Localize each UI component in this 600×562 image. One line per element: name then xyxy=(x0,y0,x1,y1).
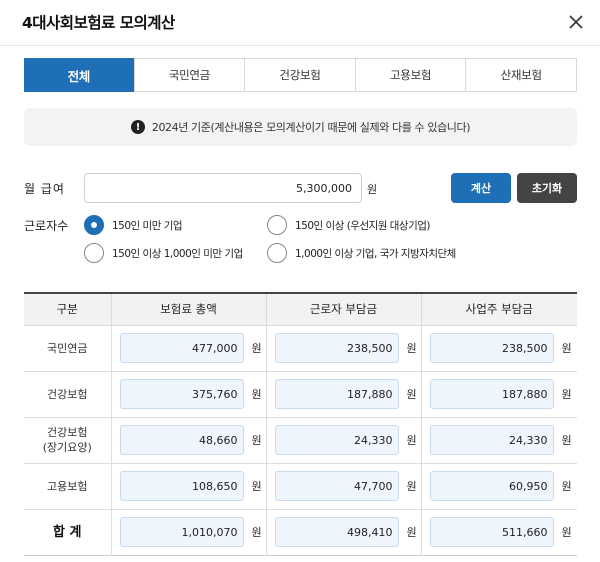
unit-label: 원 xyxy=(561,526,572,539)
unit-label: 원 xyxy=(251,434,262,447)
total-row-label: 합 계 xyxy=(53,524,82,540)
radio-over-1000[interactable]: 1,000인 이상 기업, 국가 지방자치단체 xyxy=(267,243,456,263)
employer-value: 24,330 xyxy=(429,425,554,455)
salary-input[interactable] xyxy=(84,173,362,203)
employee-value: 47,700 xyxy=(274,471,399,501)
radio-unchecked-icon[interactable] xyxy=(84,243,104,263)
workers-label: 근로자수 xyxy=(24,219,69,233)
table-row: 건강보험 375,760 원 187,880 원 187,880 원 xyxy=(24,371,577,418)
employee-value: 238,500 xyxy=(274,333,399,363)
total-value: 477,000 xyxy=(119,333,244,363)
close-icon[interactable] xyxy=(566,12,586,32)
row-label: 건강보험 (장기요양) xyxy=(24,417,111,464)
result-table: 구분 보험료 총액 근로자 부담금 사업주 부담금 국민연금 477,000 원 … xyxy=(24,292,577,556)
unit-label: 원 xyxy=(561,434,572,447)
table-header-row: 구분 보험료 총액 근로자 부담금 사업주 부담금 xyxy=(24,293,577,326)
unit-label: 원 xyxy=(406,342,417,355)
tab-industrial-accident[interactable]: 산재보험 xyxy=(465,59,576,91)
unit-label: 원 xyxy=(406,480,417,493)
unit-label: 원 xyxy=(406,434,417,447)
modal-title: 4대사회보험료 모의계산 xyxy=(22,14,175,32)
employer-value: 187,880 xyxy=(429,379,554,409)
radio-checked-icon[interactable] xyxy=(84,215,104,235)
total-value: 48,660 xyxy=(119,425,244,455)
radio-under-150[interactable]: 150인 미만 기업 xyxy=(84,215,183,235)
radio-unchecked-icon[interactable] xyxy=(267,243,287,263)
radio-150-priority[interactable]: 150인 이상 (우선지원 대상기업) xyxy=(267,215,431,235)
header-total: 보험료 총액 xyxy=(110,293,266,326)
row-label: 건강보험 xyxy=(24,371,111,418)
unit-label: 원 xyxy=(251,480,262,493)
tab-health-insurance[interactable]: 건강보험 xyxy=(244,59,355,91)
grand-total-value: 1,010,070 xyxy=(119,517,244,547)
salary-label: 월 급여 xyxy=(24,182,65,196)
row-label: 고용보험 xyxy=(24,463,111,510)
radio-label: 150인 이상 1,000인 미만 기업 xyxy=(112,247,243,260)
employee-value: 24,330 xyxy=(274,425,399,455)
table-row: 고용보험 108,650 원 47,700 원 60,950 원 xyxy=(24,463,577,510)
notice-text: 2024년 기준(계산내용은 모의계산이기 때문에 실제와 다를 수 있습니다) xyxy=(151,121,471,134)
radio-unchecked-icon[interactable] xyxy=(267,215,287,235)
tab-all[interactable]: 전체 xyxy=(24,58,134,92)
employee-value: 187,880 xyxy=(274,379,399,409)
tab-national-pension[interactable]: 국민연금 xyxy=(133,59,245,91)
salary-unit: 원 xyxy=(367,183,378,196)
header-employee: 근로자 부담금 xyxy=(265,293,421,326)
unit-label: 원 xyxy=(251,388,262,401)
employer-value: 238,500 xyxy=(429,333,554,363)
unit-label: 원 xyxy=(406,388,417,401)
unit-label: 원 xyxy=(561,342,572,355)
tab-bar: 전체 국민연금 건강보험 고용보험 산재보험 xyxy=(24,58,577,92)
reset-button[interactable]: 초기화 xyxy=(517,173,577,203)
employer-value: 60,950 xyxy=(429,471,554,501)
header-employer: 사업주 부담금 xyxy=(420,293,577,326)
radio-label: 150인 이상 (우선지원 대상기업) xyxy=(295,219,431,232)
total-value: 375,760 xyxy=(119,379,244,409)
unit-label: 원 xyxy=(251,526,262,539)
radio-label: 150인 미만 기업 xyxy=(112,219,183,232)
exclamation-icon: ! xyxy=(130,120,145,134)
table-row: 건강보험 (장기요양) 48,660 원 24,330 원 24,330 원 xyxy=(24,417,577,464)
radio-150-to-1000[interactable]: 150인 이상 1,000인 미만 기업 xyxy=(84,243,243,263)
unit-label: 원 xyxy=(406,526,417,539)
modal-header: 4대사회보험료 모의계산 xyxy=(0,0,600,46)
employer-total-value: 511,660 xyxy=(429,517,554,547)
notice-banner: ! 2024년 기준(계산내용은 모의계산이기 때문에 실제와 다를 수 있습니… xyxy=(24,108,577,146)
unit-label: 원 xyxy=(251,342,262,355)
total-value: 108,650 xyxy=(119,471,244,501)
unit-label: 원 xyxy=(561,480,572,493)
table-row: 국민연금 477,000 원 238,500 원 238,500 원 xyxy=(24,325,577,372)
total-row: 합 계 1,010,070 원 498,410 원 511,660 원 xyxy=(24,509,577,555)
unit-label: 원 xyxy=(561,388,572,401)
row-label: 국민연금 xyxy=(24,325,111,372)
employee-total-value: 498,410 xyxy=(274,517,399,547)
radio-label: 1,000인 이상 기업, 국가 지방자치단체 xyxy=(295,247,456,260)
header-category: 구분 xyxy=(24,293,111,326)
tab-employment-insurance[interactable]: 고용보험 xyxy=(354,59,466,91)
calculate-button[interactable]: 계산 xyxy=(451,173,511,203)
